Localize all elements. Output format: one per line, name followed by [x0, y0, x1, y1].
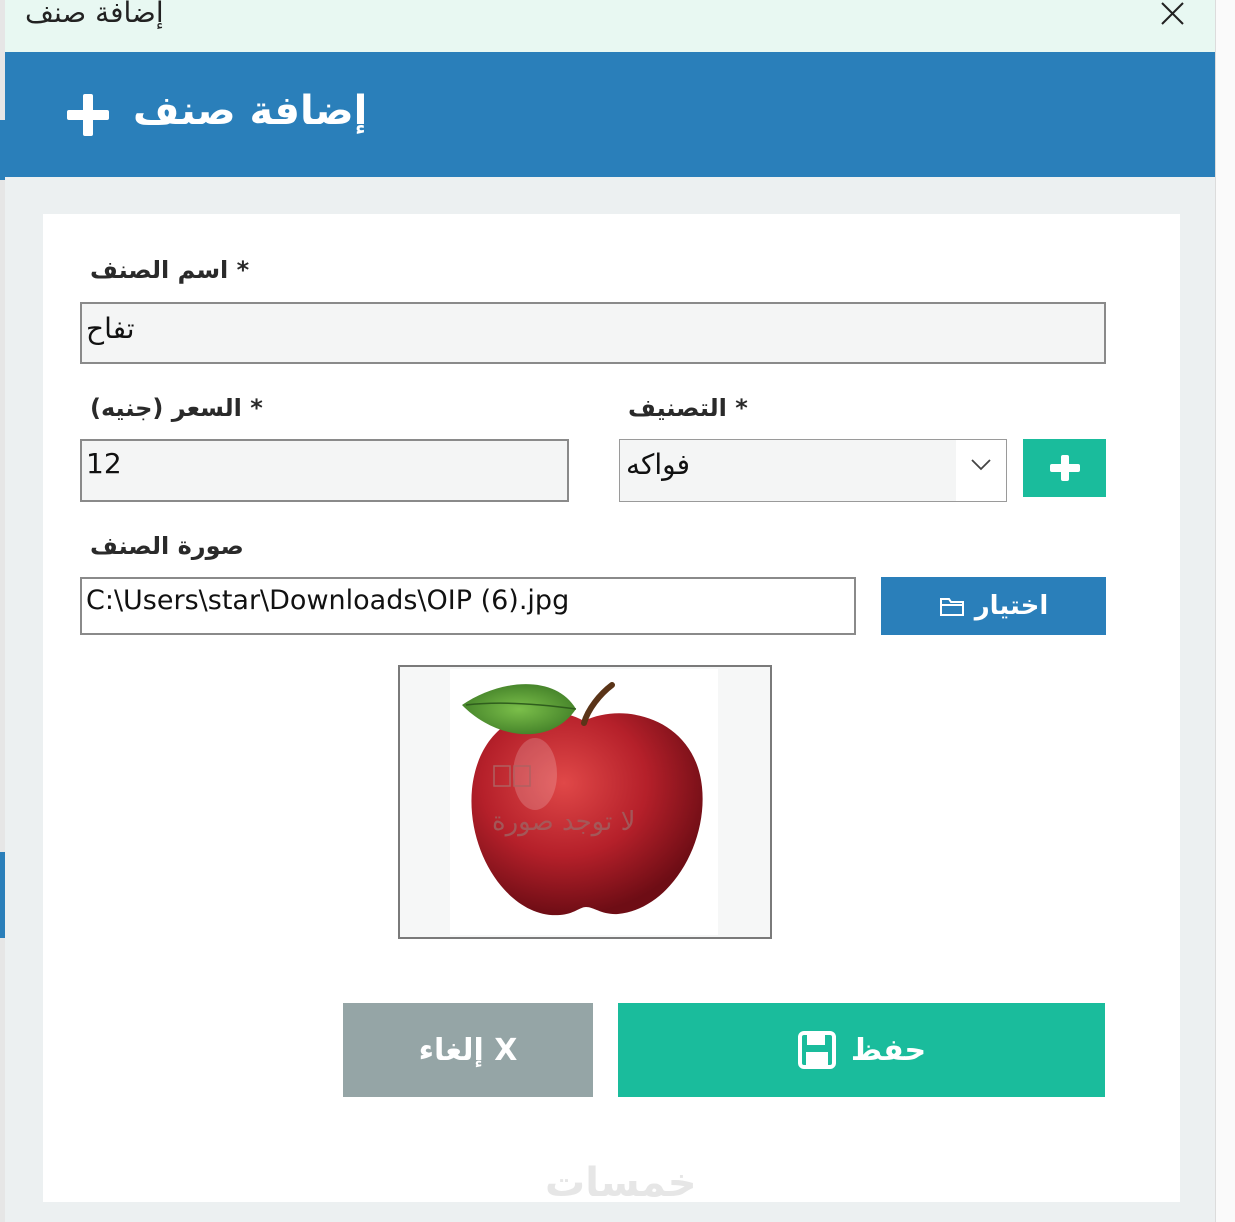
image-icon [493, 765, 531, 787]
category-select[interactable]: فواكه [619, 439, 1007, 502]
item-name-label: * اسم الصنف [90, 256, 250, 284]
background-right-edge [1215, 0, 1235, 1222]
save-icon [797, 1031, 836, 1069]
item-name-input[interactable]: تفاح [80, 302, 1106, 364]
browse-button[interactable]: اختيار [881, 577, 1106, 635]
image-preview: لا توجد صورة [398, 665, 772, 939]
window-title: إضافة صنف [25, 0, 164, 29]
header-title: إضافة صنف [133, 88, 368, 134]
price-input[interactable]: 12 [80, 439, 569, 502]
plus-icon [1049, 455, 1080, 481]
price-value: 12 [86, 447, 122, 480]
image-path-value: C:\Users\star\Downloads\OIP (6).jpg [86, 585, 570, 616]
dialog-header: إضافة صنف [5, 52, 1215, 177]
plus-icon [67, 94, 109, 136]
chevron-down-icon[interactable] [970, 458, 992, 472]
image-preview-canvas [450, 669, 718, 935]
no-image-text: لا توجد صورة [492, 807, 636, 837]
title-bar: إضافة صنف [5, 0, 1215, 52]
image-path-input[interactable]: C:\Users\star\Downloads\OIP (6).jpg [80, 577, 856, 635]
watermark: خمسات [545, 1160, 697, 1206]
close-icon[interactable] [1156, 0, 1186, 28]
category-value: فواكه [626, 448, 690, 481]
browse-label: اختيار [974, 591, 1049, 621]
add-item-dialog: إضافة صنف إضافة صنف * اسم الصنف تفاح * ا… [5, 0, 1215, 1222]
cancel-button[interactable]: إلغاء X [343, 1003, 593, 1097]
cancel-label: إلغاء X [418, 1032, 518, 1068]
price-label: * السعر (جنيه) [90, 394, 263, 422]
item-name-value: تفاح [86, 312, 135, 345]
add-category-button[interactable] [1023, 439, 1106, 497]
save-button[interactable]: حفظ [618, 1003, 1105, 1097]
save-label: حفظ [850, 1032, 927, 1068]
apple-image [462, 682, 703, 916]
image-label: صورة الصنف [90, 532, 244, 560]
folder-icon [939, 598, 964, 616]
category-label: * التصنيف [628, 394, 748, 422]
